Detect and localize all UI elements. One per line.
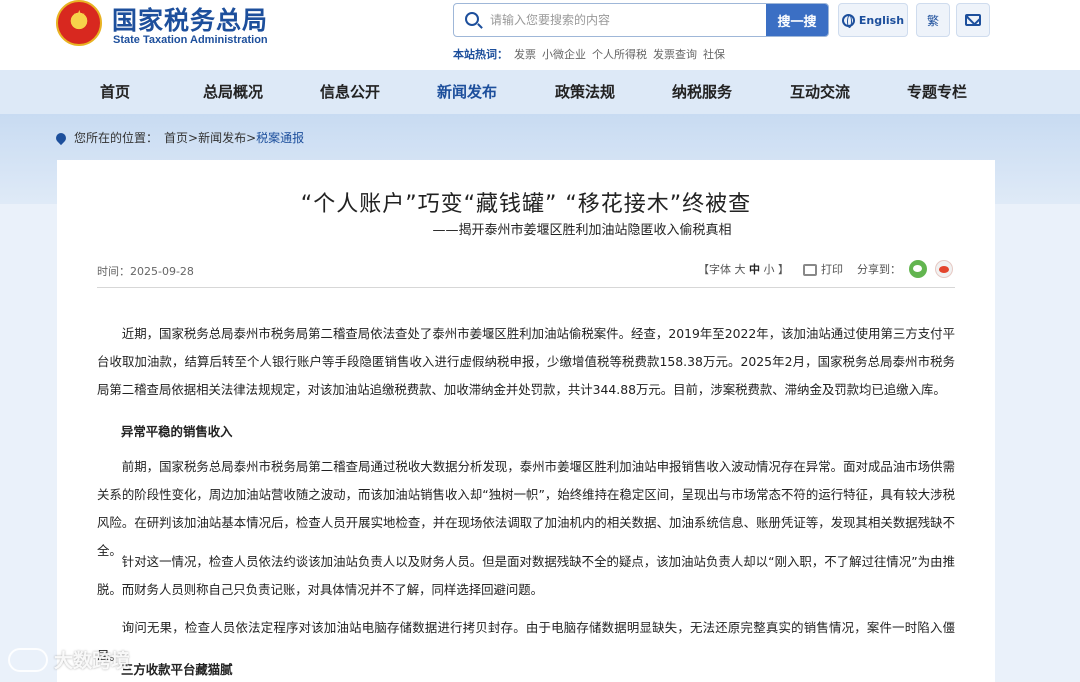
article-subtitle: ——揭开泰州市姜堰区胜利加油站隐匿收入偷税真相 bbox=[432, 223, 732, 238]
nav-item-overview[interactable]: 总局概况 bbox=[183, 70, 283, 114]
nav-item-tax-service[interactable]: 纳税服务 bbox=[652, 70, 752, 114]
hot-word-link[interactable]: 社保 bbox=[703, 46, 725, 62]
main-nav: 首页 总局概况 信息公开 新闻发布 政策法规 纳税服务 互动交流 专题专栏 bbox=[0, 70, 1080, 114]
share-label: 分享到： bbox=[857, 263, 901, 276]
hot-words: 本站热词： 发票 小微企业 个人所得税 发票查询 社保 bbox=[453, 46, 725, 62]
search-box: 搜一搜 bbox=[453, 3, 829, 37]
mail-button[interactable] bbox=[956, 3, 990, 37]
breadcrumb-prefix: 您所在的位置： bbox=[74, 131, 159, 145]
article-panel: “个人账户”巧变“藏钱罐” “移花接木”终被查 ——揭开泰州市姜堰区胜利加油站隐… bbox=[57, 160, 995, 682]
watermark: 大数跨境 bbox=[8, 646, 130, 673]
breadcrumb-separator: > bbox=[246, 131, 257, 145]
article-paragraph: 针对这一情况，检查人员依法约谈该加油站负责人以及财务人员。但是面对数据残缺不全的… bbox=[97, 554, 955, 597]
location-pin-icon bbox=[53, 130, 69, 145]
font-size-label: 【字体 bbox=[698, 263, 731, 276]
hot-word-link[interactable]: 个人所得税 bbox=[592, 46, 647, 62]
divider bbox=[97, 287, 955, 288]
site-header: 国家税务总局 State Taxation Administration 搜一搜… bbox=[0, 0, 1080, 70]
hot-word-link[interactable]: 发票查询 bbox=[653, 46, 697, 62]
breadcrumb-news[interactable]: 新闻发布 bbox=[198, 131, 246, 145]
print-icon bbox=[803, 264, 817, 276]
weibo-share-icon[interactable] bbox=[935, 260, 953, 278]
search-icon bbox=[465, 12, 479, 26]
print-label: 打印 bbox=[821, 263, 843, 276]
nav-item-info-disclosure[interactable]: 信息公开 bbox=[300, 70, 400, 114]
nav-item-home[interactable]: 首页 bbox=[65, 70, 165, 114]
english-button[interactable]: English bbox=[838, 3, 908, 37]
font-size-close: 】 bbox=[778, 263, 789, 276]
breadcrumb-separator: > bbox=[188, 131, 199, 145]
site-name-cn[interactable]: 国家税务总局 bbox=[112, 1, 268, 37]
article-paragraph: 近期，国家税务总局泰州市税务局第二稽查局依法查处了泰州市姜堰区胜利加油站偷税案件… bbox=[97, 326, 955, 397]
english-label: English bbox=[858, 13, 905, 27]
nav-item-special-topics[interactable]: 专题专栏 bbox=[887, 70, 987, 114]
wechat-share-icon[interactable] bbox=[909, 260, 927, 278]
search-input[interactable] bbox=[490, 4, 760, 36]
nav-item-news[interactable]: 新闻发布 bbox=[417, 70, 517, 114]
section-heading: 异常平稳的销售收入 bbox=[121, 424, 233, 439]
national-emblem-icon bbox=[56, 0, 102, 46]
font-size-control: 【字体 大 中 小 】 bbox=[698, 261, 789, 277]
nav-item-policy[interactable]: 政策法规 bbox=[535, 70, 635, 114]
breadcrumb-current[interactable]: 税案通报 bbox=[256, 131, 304, 145]
watermark-text: 大数跨境 bbox=[54, 650, 131, 672]
site-name-en: State Taxation Administration bbox=[113, 34, 268, 46]
article-title: “个人账户”巧变“藏钱罐” “移花接木”终被查 bbox=[300, 192, 752, 217]
article-tools: 【字体 大 中 小 】 打印 分享到： bbox=[698, 260, 953, 278]
watermark-logo-icon bbox=[8, 647, 48, 672]
print-button[interactable]: 打印 bbox=[803, 261, 843, 277]
hot-words-label: 本站热词： bbox=[453, 48, 508, 61]
traditional-chinese-button[interactable]: 繁 bbox=[916, 3, 950, 37]
nav-item-interaction[interactable]: 互动交流 bbox=[770, 70, 870, 114]
breadcrumb: 您所在的位置： 首页>新闻发布>税案通报 bbox=[53, 129, 304, 146]
hot-word-link[interactable]: 发票 bbox=[514, 46, 536, 62]
globe-icon bbox=[841, 13, 855, 28]
section-heading: 三方收款平台藏猫腻 bbox=[121, 662, 233, 677]
mail-icon bbox=[965, 14, 981, 26]
publish-date: 时间：2025-09-28 bbox=[97, 265, 194, 278]
breadcrumb-home[interactable]: 首页 bbox=[164, 131, 188, 145]
font-small-button[interactable]: 小 bbox=[764, 263, 775, 276]
search-button[interactable]: 搜一搜 bbox=[766, 4, 828, 36]
hot-word-link[interactable]: 小微企业 bbox=[542, 46, 586, 62]
font-medium-button[interactable]: 中 bbox=[749, 263, 760, 276]
font-large-button[interactable]: 大 bbox=[735, 263, 746, 276]
